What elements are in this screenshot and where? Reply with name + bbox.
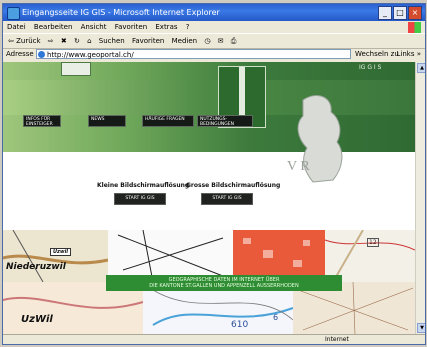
address-label: Adresse xyxy=(6,50,34,58)
menu-bar: Datei Bearbeiten Ansicht Favoriten Extra… xyxy=(3,21,425,33)
map-label-niederuzwil: Niederuzwil xyxy=(6,262,66,272)
crest-letters: V R xyxy=(287,159,310,174)
address-input[interactable]: http://www.geoportal.ch/ xyxy=(36,49,351,59)
links-button[interactable]: Links » xyxy=(397,48,422,61)
toolbar: ⇦ Zurück ⇨ ✖ ↻ ⌂ Suchen Favoriten Medien… xyxy=(3,33,425,49)
print-icon[interactable]: ⎙ xyxy=(231,34,237,48)
browser-window: Eingangsseite IG GIS - Microsoft Interne… xyxy=(2,3,426,345)
title-bar[interactable]: Eingangsseite IG GIS - Microsoft Interne… xyxy=(3,4,425,21)
refresh-icon[interactable]: ↻ xyxy=(74,34,80,48)
favorites-button[interactable]: Favoriten xyxy=(132,34,164,48)
forward-button[interactable]: ⇨ xyxy=(48,34,54,48)
appenzell-bear-logo: V R xyxy=(287,95,343,183)
menu-bearbeiten[interactable]: Bearbeiten xyxy=(34,23,72,31)
geo-info-banner: GEOGRAPHISCHE DATEN IM INTERNET ÜBER DIE… xyxy=(106,275,342,291)
status-bar: Internet xyxy=(3,334,425,344)
stop-icon[interactable]: ✖ xyxy=(61,34,67,48)
nav-nutzungsbedingungen[interactable]: NUTZUNGS-BEDINGUNGEN xyxy=(197,115,253,127)
igs-logo-text: IG G I S xyxy=(359,64,382,71)
vertical-scrollbar[interactable]: ▲ ▼ xyxy=(415,62,425,334)
close-button[interactable]: × xyxy=(408,6,422,20)
go-button[interactable]: Wechseln zu xyxy=(355,48,399,61)
back-button[interactable]: ⇦ Zurück xyxy=(8,34,41,48)
large-resolution-heading: Grosse Bildschirmauflösung xyxy=(186,182,281,189)
map-label-610: 610 xyxy=(231,320,249,330)
scroll-up-icon[interactable]: ▲ xyxy=(417,63,425,73)
menu-datei[interactable]: Datei xyxy=(7,23,26,31)
window-title: Eingangsseite IG GIS - Microsoft Interne… xyxy=(22,8,220,17)
security-zone: Internet xyxy=(325,336,349,343)
canton-flags xyxy=(61,62,91,76)
menu-ansicht[interactable]: Ansicht xyxy=(81,23,107,31)
menu-help[interactable]: ? xyxy=(186,23,190,31)
menu-extras[interactable]: Extras xyxy=(155,23,177,31)
scroll-down-icon[interactable]: ▼ xyxy=(417,323,425,333)
map-label-uzwil: UzWil xyxy=(21,314,53,325)
maximize-button[interactable]: □ xyxy=(393,6,407,20)
home-icon[interactable]: ⌂ xyxy=(87,34,91,48)
geo-banner-line2: DIE KANTONE ST.GALLEN UND APPENZELL AUSS… xyxy=(149,283,299,289)
nav-news[interactable]: NEWS xyxy=(88,115,126,127)
page-viewport: IG G I S V R INFOS FÜR EINSTEIGER NEWS H… xyxy=(3,62,415,334)
map-label-6: 6 xyxy=(273,313,279,322)
address-bar: Adresse http://www.geoportal.ch/ Wechsel… xyxy=(3,48,425,61)
search-button[interactable]: Suchen xyxy=(99,34,125,48)
windows-logo-icon xyxy=(408,22,421,33)
history-icon[interactable]: ◷ xyxy=(204,34,210,48)
ie-icon xyxy=(7,7,20,20)
start-large-button[interactable]: START IG GIS xyxy=(201,193,253,205)
small-resolution-heading: Kleine Bildschirmauflösung xyxy=(97,182,190,189)
nav-infos-einsteiger[interactable]: INFOS FÜR EINSTEIGER xyxy=(23,115,61,127)
map-label-12: 12 xyxy=(367,238,379,247)
nav-haeufige-fragen[interactable]: HÄUFIGE FRAGEN xyxy=(142,115,194,127)
page-icon xyxy=(38,51,45,58)
menu-favoriten[interactable]: Favoriten xyxy=(115,23,147,31)
map-label-uzwil-box: Uzwil xyxy=(50,248,72,256)
mail-icon[interactable]: ✉ xyxy=(218,34,224,48)
start-small-button[interactable]: START IG GIS xyxy=(114,193,166,205)
address-url: http://www.geoportal.ch/ xyxy=(47,51,134,59)
minimize-button[interactable]: _ xyxy=(378,6,392,20)
media-button[interactable]: Medien xyxy=(172,34,197,48)
